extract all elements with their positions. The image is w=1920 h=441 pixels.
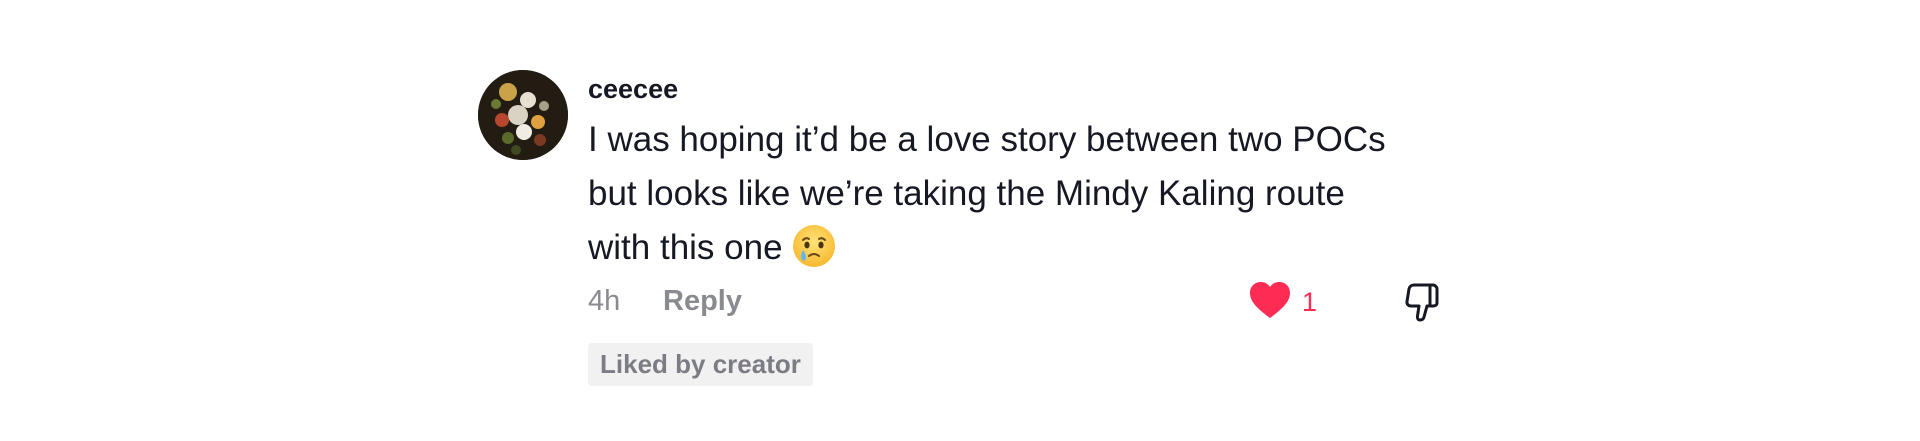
heart-icon bbox=[1248, 280, 1292, 325]
holding-back-tears-emoji-icon bbox=[791, 223, 837, 269]
avatar[interactable] bbox=[478, 70, 568, 160]
comment-time: 4h bbox=[588, 285, 621, 317]
like-button[interactable]: 1 bbox=[1248, 279, 1317, 325]
thumbs-down-icon bbox=[1400, 283, 1446, 329]
comment-item: ceecee I was hoping it’d be a love story… bbox=[478, 70, 1458, 390]
comment-text: I was hoping it’d be a love story betwee… bbox=[588, 113, 1408, 275]
comment-body: ceecee I was hoping it’d be a love story… bbox=[588, 74, 1448, 386]
username[interactable]: ceecee bbox=[588, 74, 1448, 104]
comment-meta: 4h Reply 1 bbox=[588, 279, 1448, 325]
liked-by-creator-badge: Liked by creator bbox=[588, 343, 813, 386]
like-count: 1 bbox=[1302, 286, 1318, 317]
comment-text-content: I was hoping it’d be a love story betwee… bbox=[588, 120, 1386, 267]
dislike-button[interactable] bbox=[1400, 279, 1446, 325]
reply-button[interactable]: Reply bbox=[663, 285, 742, 318]
